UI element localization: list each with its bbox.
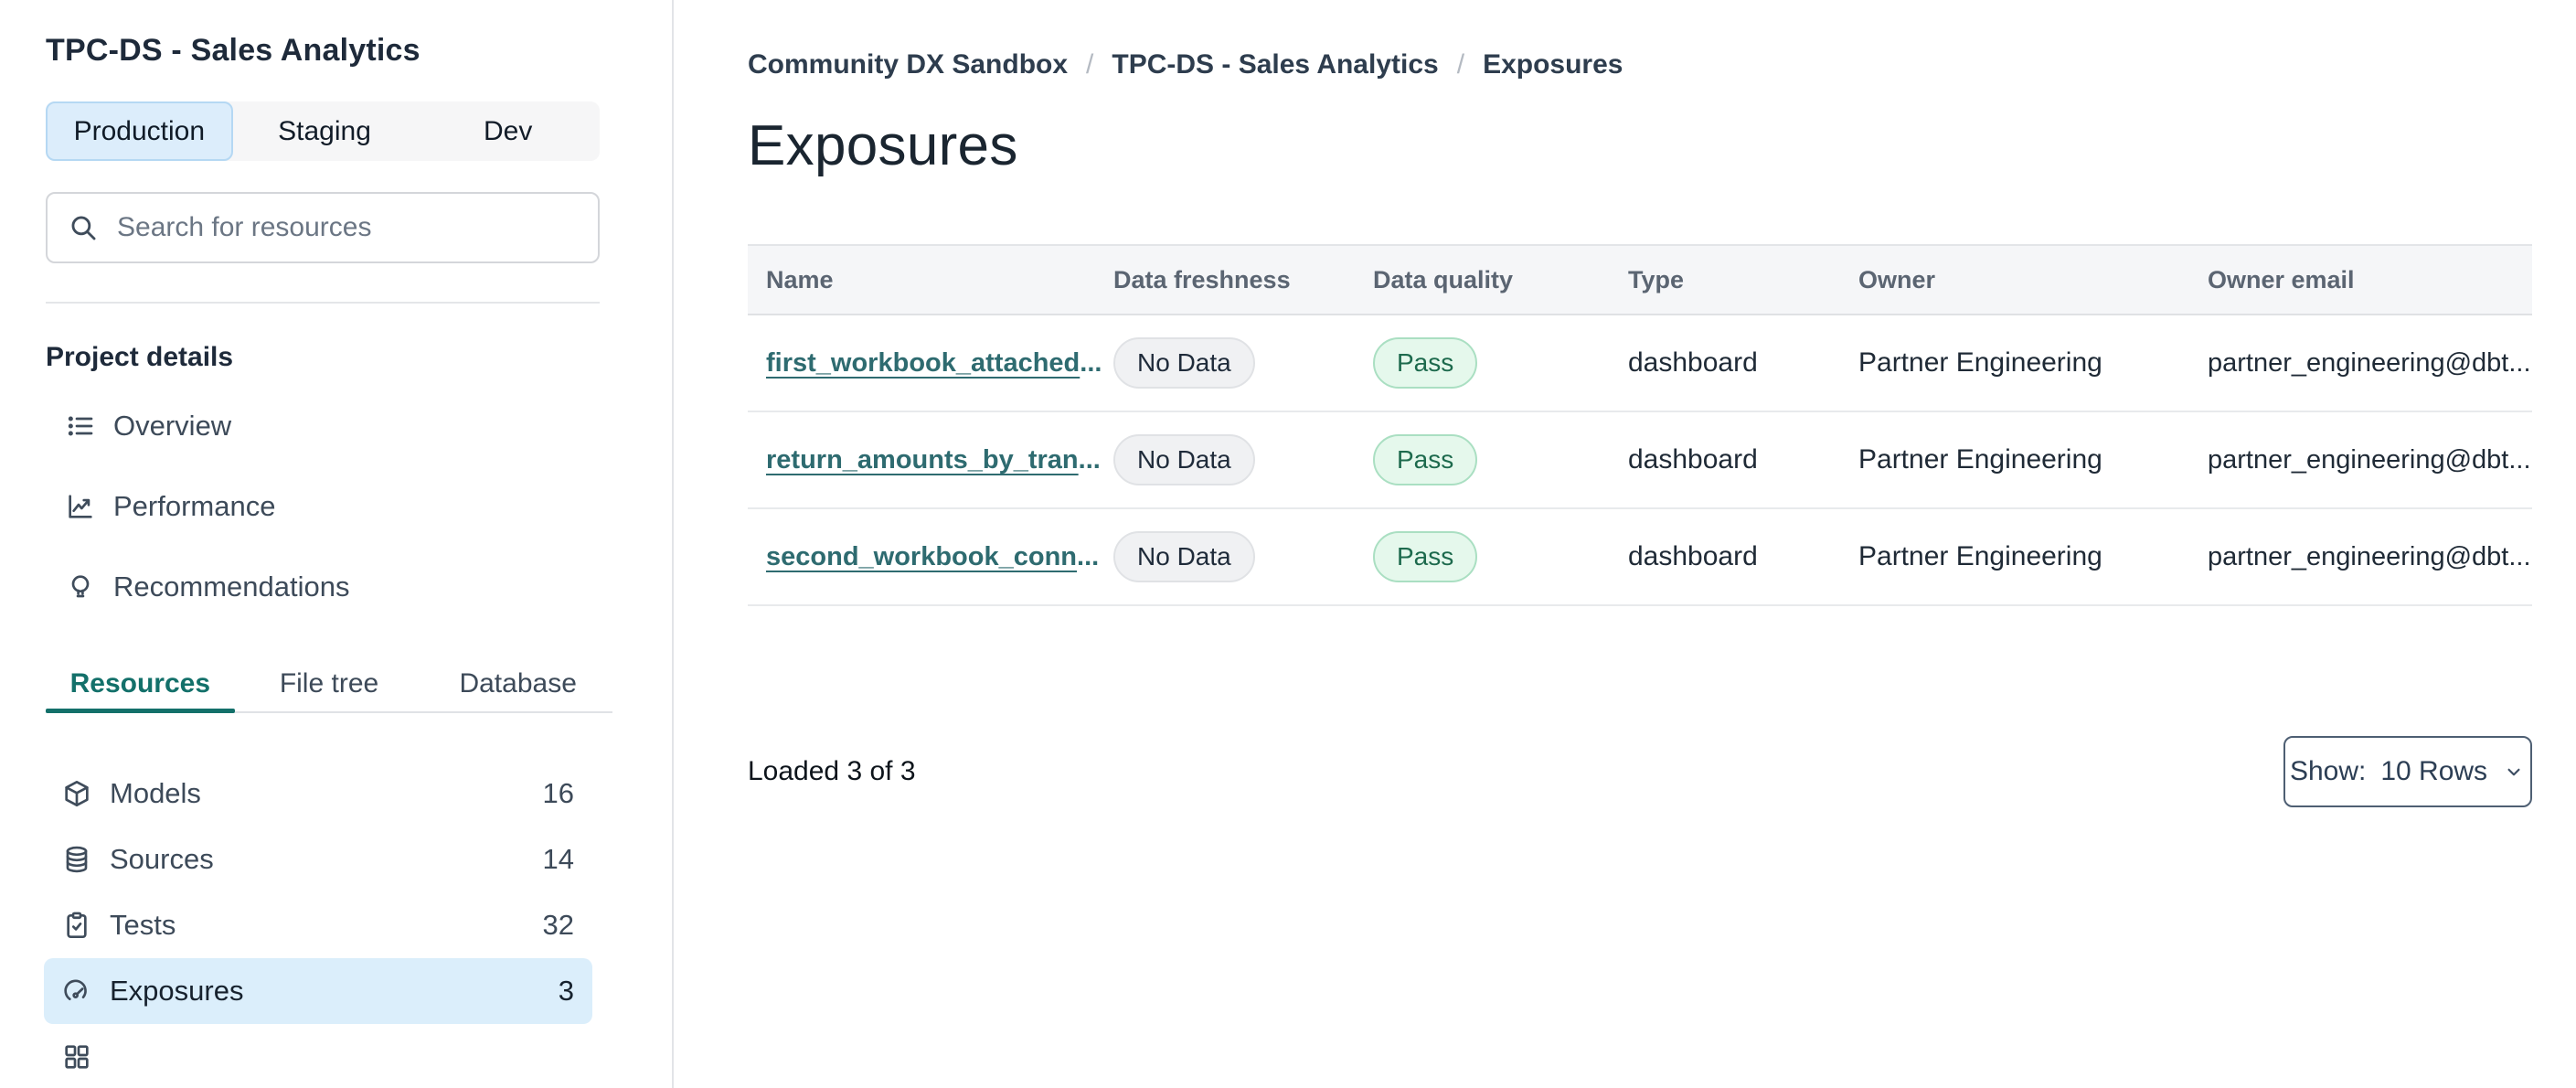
column-header-type: Type bbox=[1628, 265, 1685, 293]
resource-count: 32 bbox=[542, 909, 574, 941]
table-header: Name Data freshness Data quality Type Ow… bbox=[748, 244, 2532, 315]
freshness-badge: No Data bbox=[1113, 434, 1255, 485]
show-label: Show: bbox=[2289, 756, 2367, 786]
env-tab-dev[interactable]: Dev bbox=[416, 101, 600, 161]
project-title: TPC-DS - Sales Analytics bbox=[46, 33, 420, 68]
owner-email-cell: partner_engineering@dbt... bbox=[2208, 347, 2531, 378]
owner-email-cell: partner_engineering@dbt... bbox=[2208, 541, 2531, 571]
type-cell: dashboard bbox=[1628, 541, 1758, 571]
main-content: Community DX Sandbox / TPC-DS - Sales An… bbox=[674, 0, 2576, 1088]
sidebar-item-partial[interactable] bbox=[44, 1024, 592, 1088]
chevron-down-icon bbox=[2507, 768, 2520, 776]
environment-tabs: Production Staging Dev bbox=[46, 101, 600, 161]
table-row: second_workbook_conn... No Data Pass das… bbox=[748, 509, 2532, 606]
breadcrumb-project[interactable]: TPC-DS - Sales Analytics bbox=[1112, 49, 1438, 80]
loaded-status: Loaded 3 of 3 bbox=[748, 756, 916, 786]
table-row: return_amounts_by_tran... No Data Pass d… bbox=[748, 412, 2532, 509]
tab-database[interactable]: Database bbox=[423, 656, 612, 711]
page-title: Exposures bbox=[748, 114, 1018, 177]
breadcrumb-account[interactable]: Community DX Sandbox bbox=[748, 49, 1068, 80]
breadcrumb-separator: / bbox=[1456, 49, 1465, 80]
exposure-name-link[interactable]: second_workbook_conn... bbox=[766, 542, 1099, 571]
sidebar-divider bbox=[46, 302, 600, 304]
rows-per-page-select[interactable]: Show: 10 Rows bbox=[2283, 736, 2532, 807]
resource-label: Exposures bbox=[110, 975, 244, 1007]
owner-cell: Partner Engineering bbox=[1858, 541, 2102, 571]
exposure-name-link[interactable]: return_amounts_by_tran... bbox=[766, 445, 1101, 475]
tab-file-tree[interactable]: File tree bbox=[235, 656, 424, 711]
freshness-badge: No Data bbox=[1113, 531, 1255, 582]
breadcrumb-separator: / bbox=[1086, 49, 1094, 80]
clipboard-check-icon bbox=[67, 912, 87, 938]
sidebar-item-label: Performance bbox=[113, 490, 276, 522]
sidebar-item-label: Overview bbox=[113, 410, 232, 442]
column-header-quality: Data quality bbox=[1373, 265, 1514, 293]
resource-view-tabs: Resources File tree Database bbox=[46, 656, 612, 713]
freshness-badge: No Data bbox=[1113, 337, 1255, 389]
sidebar-item-overview[interactable]: Overview bbox=[46, 386, 600, 466]
type-cell: dashboard bbox=[1628, 347, 1758, 378]
lightbulb-icon bbox=[71, 575, 90, 598]
column-header-name: Name bbox=[766, 265, 834, 293]
quality-badge: Pass bbox=[1373, 434, 1478, 485]
table-row: first_workbook_attached... No Data Pass … bbox=[748, 315, 2532, 412]
owner-cell: Partner Engineering bbox=[1858, 347, 2102, 378]
list-icon bbox=[68, 416, 93, 436]
resource-count: 16 bbox=[542, 777, 574, 809]
column-header-owner: Owner bbox=[1858, 265, 1936, 293]
env-tab-production[interactable]: Production bbox=[46, 101, 233, 161]
exposures-table: Name Data freshness Data quality Type Ow… bbox=[748, 244, 2532, 606]
column-header-owner-email: Owner email bbox=[2208, 265, 2355, 293]
tab-resources[interactable]: Resources bbox=[46, 656, 235, 713]
resource-count: 3 bbox=[558, 975, 574, 1007]
line-chart-icon bbox=[69, 495, 92, 518]
resource-label: Tests bbox=[110, 909, 176, 941]
owner-email-cell: partner_engineering@dbt... bbox=[2208, 444, 2531, 475]
resource-count: 14 bbox=[542, 843, 574, 875]
breadcrumb: Community DX Sandbox / TPC-DS - Sales An… bbox=[748, 48, 2532, 82]
sidebar-item-performance[interactable]: Performance bbox=[46, 466, 600, 547]
exposure-name-link[interactable]: first_workbook_attached... bbox=[766, 348, 1102, 378]
project-details-label: Project details bbox=[46, 342, 234, 372]
sidebar-item-label: Recommendations bbox=[113, 571, 350, 603]
resource-search[interactable] bbox=[46, 192, 600, 263]
cube-icon bbox=[65, 781, 89, 806]
gauge-icon bbox=[64, 979, 87, 1000]
breadcrumb-current: Exposures bbox=[1483, 49, 1623, 80]
database-icon bbox=[66, 846, 88, 873]
grid-icon bbox=[65, 1045, 89, 1069]
owner-cell: Partner Engineering bbox=[1858, 444, 2102, 475]
type-cell: dashboard bbox=[1628, 444, 1758, 475]
column-header-freshness: Data freshness bbox=[1113, 265, 1291, 293]
sidebar-item-exposures[interactable]: Exposures 3 bbox=[44, 958, 592, 1024]
sidebar-item-recommendations[interactable]: Recommendations bbox=[46, 547, 600, 627]
resource-label: Sources bbox=[110, 843, 214, 875]
project-sidebar: TPC-DS - Sales Analytics Production Stag… bbox=[0, 0, 674, 1088]
table-footer: Loaded 3 of 3 Show: 10 Rows bbox=[748, 736, 2532, 807]
sidebar-item-models[interactable]: Models 16 bbox=[44, 761, 592, 827]
resource-list: Models 16 Sources 14 Tests 32 Exposures … bbox=[44, 761, 592, 1088]
show-value: 10 Rows bbox=[2380, 756, 2488, 786]
search-icon bbox=[71, 216, 96, 240]
sidebar-item-sources[interactable]: Sources 14 bbox=[44, 827, 592, 892]
project-nav: Overview Performance Recommendations bbox=[46, 386, 600, 627]
sidebar-item-tests[interactable]: Tests 32 bbox=[44, 892, 592, 958]
search-input[interactable] bbox=[117, 212, 578, 243]
resource-label: Models bbox=[110, 777, 201, 809]
env-tab-staging[interactable]: Staging bbox=[233, 101, 417, 161]
app-window: TPC-DS - Sales Analytics Production Stag… bbox=[0, 0, 2576, 1088]
quality-badge: Pass bbox=[1373, 337, 1478, 389]
quality-badge: Pass bbox=[1373, 531, 1478, 582]
